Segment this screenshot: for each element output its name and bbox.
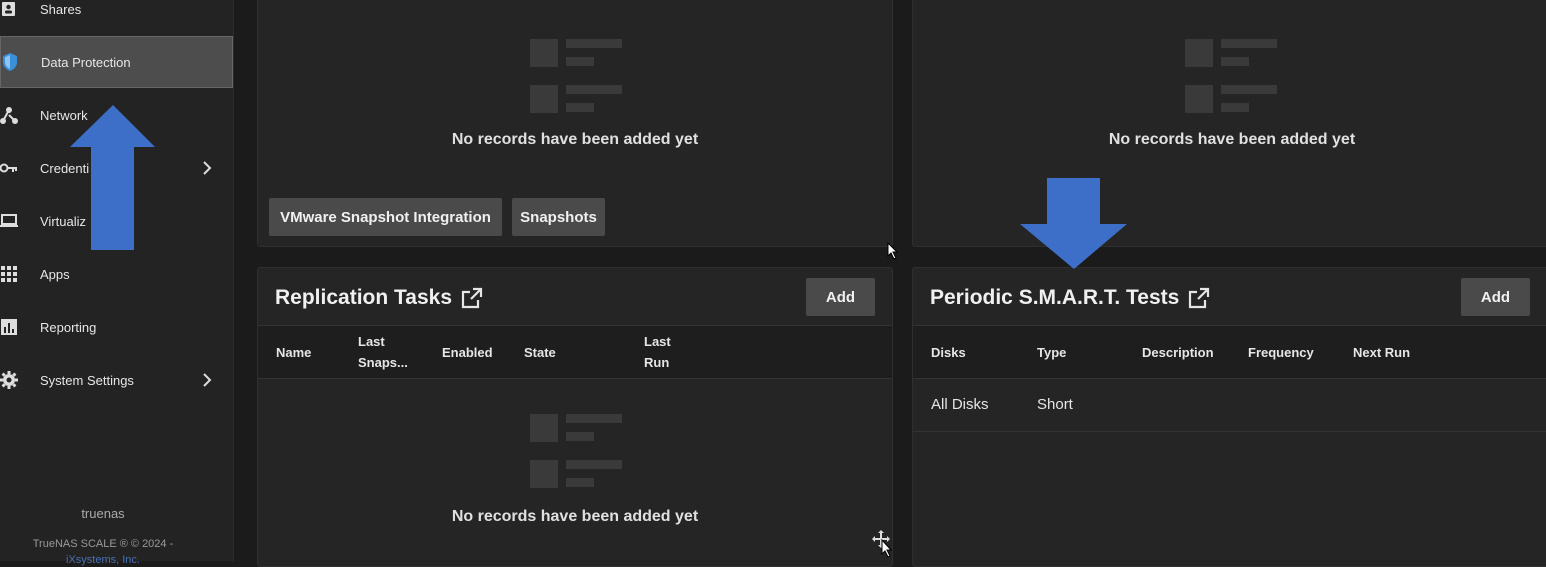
empty-state-text: No records have been added yet: [1108, 131, 1356, 148]
sidebar-item-data-protection[interactable]: Data Protection: [0, 36, 233, 88]
empty-state-text: No records have been added yet: [451, 508, 699, 525]
mouse-cursor-icon: [887, 242, 899, 260]
sidebar-item-label: Reporting: [40, 319, 97, 335]
company-link[interactable]: iXsystems, Inc.: [0, 554, 206, 566]
sidebar-item-label: System Settings: [40, 372, 134, 388]
open-in-new-icon[interactable]: [461, 287, 483, 309]
sidebar-item-label: Shares: [40, 1, 82, 17]
column-header[interactable]: Last Snaps...: [358, 331, 414, 373]
smart-title: Periodic S.M.A.R.T. Tests: [930, 286, 1180, 309]
column-header[interactable]: Disks: [931, 342, 966, 363]
sidebar-item-label: Data Protection: [41, 54, 131, 70]
card-title: Replication Tasks: [275, 286, 483, 310]
gear-icon: [0, 371, 18, 389]
empty-state-icon: [530, 414, 622, 488]
sidebar-item-system-settings[interactable]: System Settings: [0, 354, 233, 406]
column-header[interactable]: Last Run: [644, 331, 678, 373]
column-header[interactable]: Frequency: [1248, 342, 1314, 363]
network-icon: [0, 106, 18, 124]
column-header[interactable]: Description: [1142, 342, 1214, 363]
card-title: Periodic S.M.A.R.T. Tests: [930, 286, 1210, 310]
down-arrow-annotation: [1020, 178, 1127, 269]
sidebar-item-apps[interactable]: Apps: [0, 248, 233, 300]
column-header[interactable]: Enabled: [442, 342, 493, 363]
hostname: truenas: [81, 506, 125, 521]
smart-tests-card: Periodic S.M.A.R.T. Tests Add Disks Type…: [912, 267, 1546, 567]
replication-title: Replication Tasks: [275, 286, 453, 309]
cell-disks: All Disks: [931, 396, 989, 413]
replication-tasks-card: Replication Tasks Add Name Last Snaps...…: [257, 267, 893, 567]
snapshots-button[interactable]: Snapshots: [512, 198, 605, 236]
snapshot-tasks-card: No records have been added yet VMware Sn…: [257, 0, 893, 247]
sidebar-item-label: Apps: [40, 266, 70, 282]
laptop-icon: [0, 212, 18, 230]
column-header[interactable]: Type: [1037, 342, 1066, 363]
move-cursor-icon: [872, 530, 893, 558]
sidebar: Shares Data Protection Network Credenti …: [0, 0, 234, 566]
chevron-right-icon: [200, 373, 214, 387]
key-icon: [0, 159, 18, 177]
empty-state-text: No records have been added yet: [451, 131, 699, 148]
table-row[interactable]: All Disks Short: [913, 379, 1546, 431]
empty-state-icon: [530, 39, 622, 113]
apps-grid-icon: [0, 265, 18, 283]
empty-state-icon: [1185, 39, 1277, 113]
row-divider: [913, 431, 1546, 432]
sidebar-item-reporting[interactable]: Reporting: [0, 301, 233, 353]
shares-icon: [0, 0, 18, 18]
copyright: TrueNAS SCALE ® © 2024 -: [32, 538, 174, 550]
open-in-new-icon[interactable]: [1188, 287, 1210, 309]
table-header: Name Last Snaps... Enabled State Last Ru…: [258, 325, 892, 379]
cell-type: Short: [1037, 396, 1073, 413]
shield-icon: [1, 53, 19, 71]
vmware-snapshot-integration-button[interactable]: VMware Snapshot Integration: [269, 198, 502, 236]
column-header[interactable]: Next Run: [1353, 342, 1410, 363]
column-header[interactable]: Name: [276, 342, 311, 363]
chevron-right-icon: [200, 161, 214, 175]
add-smart-test-button[interactable]: Add: [1461, 278, 1530, 316]
sidebar-item-shares[interactable]: Shares: [0, 0, 233, 35]
up-arrow-annotation: [70, 105, 155, 250]
table-header: Disks Type Description Frequency Next Ru…: [913, 325, 1546, 379]
column-header[interactable]: State: [524, 342, 556, 363]
top-right-card: No records have been added yet: [912, 0, 1546, 247]
add-replication-button[interactable]: Add: [806, 278, 875, 316]
bar-chart-icon: [0, 318, 18, 336]
